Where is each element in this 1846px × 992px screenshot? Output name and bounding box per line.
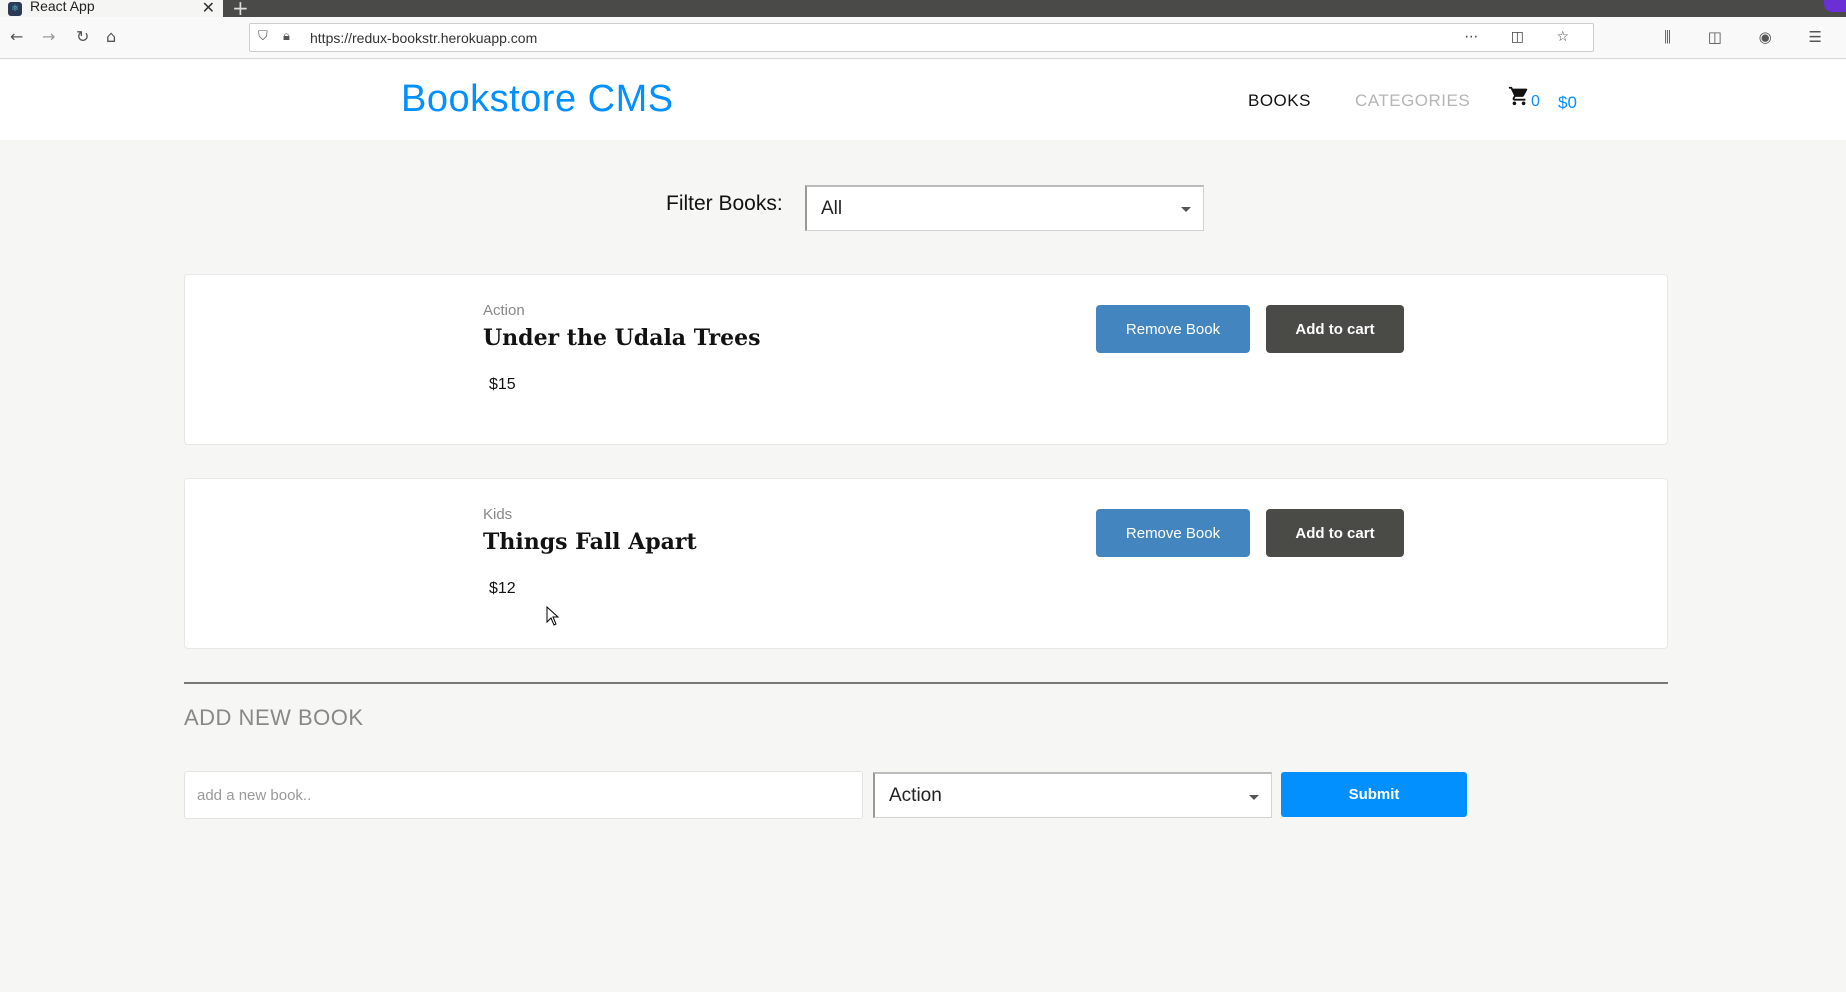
extension-icon[interactable]	[1824, 0, 1846, 12]
site-logo[interactable]: Bookstore CMS	[401, 78, 674, 121]
book-price: $15	[489, 376, 516, 393]
tab-title: React App	[30, 0, 95, 14]
tab-close-icon[interactable]: ✕	[202, 0, 215, 17]
chevron-down-icon	[1181, 207, 1191, 212]
cart-icon[interactable]	[1508, 85, 1530, 107]
browser-tab-bar: ⚛ React App ✕ +	[0, 0, 1846, 20]
book-category: Action	[483, 302, 525, 319]
add-to-cart-button[interactable]: Add to cart	[1266, 305, 1404, 353]
category-selected-value: Action	[889, 785, 942, 806]
filter-label: Filter Books:	[666, 192, 783, 215]
book-card: Action Under the Udala Trees $15 Remove …	[184, 274, 1668, 445]
url-bar[interactable]: ⛉ 🔒︎ https://redux-bookstr.herokuapp.com…	[249, 23, 1594, 52]
nav-categories-link[interactable]: CATEGORIES	[1355, 91, 1470, 111]
add-book-title: ADD NEW BOOK	[184, 705, 364, 730]
url-actions-icons[interactable]: ⋯ ◫ ☆	[1464, 29, 1583, 45]
add-to-cart-button[interactable]: Add to cart	[1266, 509, 1404, 557]
back-icon[interactable]: ←	[10, 27, 23, 47]
reload-icon[interactable]: ↻	[76, 27, 89, 47]
toolbar-icons[interactable]: ⫼ ◫ ◉ ☰	[1664, 28, 1838, 46]
remove-book-button[interactable]: Remove Book	[1096, 305, 1250, 353]
divider	[184, 682, 1668, 684]
url-text[interactable]: https://redux-bookstr.herokuapp.com	[310, 30, 537, 46]
book-title: Things Fall Apart	[483, 529, 697, 555]
filter-select[interactable]: All	[805, 185, 1204, 231]
book-title: Under the Udala Trees	[483, 325, 761, 351]
book-category: Kids	[483, 506, 513, 523]
home-icon[interactable]: ⌂	[106, 27, 116, 47]
new-book-input[interactable]	[184, 771, 863, 819]
browser-navbar: ← → ↻ ⌂ ⛉ 🔒︎ https://redux-bookstr.herok…	[0, 17, 1846, 59]
forward-icon[interactable]: →	[42, 27, 55, 47]
react-favicon-icon: ⚛	[8, 1, 22, 16]
remove-book-button[interactable]: Remove Book	[1096, 509, 1250, 557]
mouse-cursor-icon	[546, 606, 560, 626]
browser-tab[interactable]: ⚛ React App ✕	[0, 0, 223, 17]
filter-selected-value: All	[821, 198, 843, 219]
page: Bookstore CMS BOOKS CATEGORIES 0 $0 Filt…	[0, 60, 1846, 992]
chevron-down-icon	[1249, 795, 1259, 800]
lock-icon[interactable]: 🔒︎	[283, 29, 290, 44]
category-select[interactable]: Action	[873, 772, 1272, 818]
cart-count: 0	[1531, 93, 1540, 110]
book-price: $12	[489, 580, 516, 597]
shield-icon[interactable]: ⛉	[258, 29, 268, 44]
submit-button[interactable]: Submit	[1281, 772, 1467, 817]
book-card: Kids Things Fall Apart $12 Remove Book A…	[184, 478, 1668, 649]
nav-books-link[interactable]: BOOKS	[1248, 91, 1311, 111]
cart-total: $0	[1558, 93, 1577, 112]
site-header: Bookstore CMS BOOKS CATEGORIES 0 $0	[0, 60, 1846, 140]
